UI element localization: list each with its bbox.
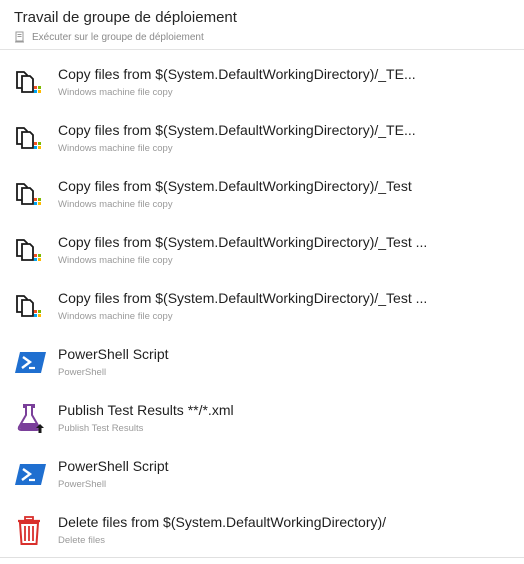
file-copy-icon	[14, 178, 48, 212]
task-title: Delete files from $(System.DefaultWorkin…	[58, 514, 387, 530]
task-subtitle: Publish Test Results	[58, 423, 144, 434]
task-title: PowerShell Script	[58, 346, 169, 362]
task-title: Copy files from $(System.DefaultWorkingD…	[58, 122, 416, 138]
task-subtitle: Delete files	[58, 535, 105, 546]
task-subtitle: Windows machine file copy	[58, 143, 173, 154]
task-title: Publish Test Results **/*.xml	[58, 402, 234, 418]
task-subtitle: Windows machine file copy	[58, 87, 173, 98]
task-item[interactable]: PowerShell Script PowerShell	[0, 442, 524, 498]
task-subtitle: Windows machine file copy	[58, 311, 173, 322]
task-item[interactable]: Copy files from $(System.DefaultWorkingD…	[0, 218, 524, 274]
trash-icon	[14, 514, 48, 548]
file-copy-icon	[14, 234, 48, 268]
task-item[interactable]: PowerShell Script PowerShell	[0, 330, 524, 386]
task-title: Copy files from $(System.DefaultWorkingD…	[58, 66, 416, 82]
task-item[interactable]: Delete files from $(System.DefaultWorkin…	[0, 498, 524, 554]
file-copy-icon	[14, 66, 48, 100]
powershell-icon	[14, 346, 48, 380]
phase-subtitle: Exécuter sur le groupe de déploiement	[32, 31, 204, 43]
task-item[interactable]: Copy files from $(System.DefaultWorkingD…	[0, 106, 524, 162]
task-item[interactable]: Copy files from $(System.DefaultWorkingD…	[0, 162, 524, 218]
phase-header[interactable]: Travail de groupe de déploiement Exécute…	[0, 0, 524, 50]
task-title: Copy files from $(System.DefaultWorkingD…	[58, 234, 428, 250]
task-subtitle: PowerShell	[58, 367, 107, 378]
task-subtitle: PowerShell	[58, 479, 107, 490]
server-icon	[14, 31, 26, 43]
task-title: Copy files from $(System.DefaultWorkingD…	[58, 290, 428, 306]
phase-subtitle-row: Exécuter sur le groupe de déploiement	[14, 31, 204, 43]
task-title: Copy files from $(System.DefaultWorkingD…	[58, 178, 412, 194]
phase-title: Travail de groupe de déploiement	[14, 9, 237, 26]
list-divider	[0, 557, 524, 558]
file-copy-icon	[14, 122, 48, 156]
task-item[interactable]: Publish Test Results **/*.xml Publish Te…	[0, 386, 524, 442]
task-list: Copy files from $(System.DefaultWorkingD…	[0, 50, 524, 554]
task-title: PowerShell Script	[58, 458, 169, 474]
task-item[interactable]: Copy files from $(System.DefaultWorkingD…	[0, 50, 524, 106]
task-subtitle: Windows machine file copy	[58, 255, 173, 266]
file-copy-icon	[14, 290, 48, 324]
flask-upload-icon	[14, 402, 48, 436]
task-subtitle: Windows machine file copy	[58, 199, 173, 210]
powershell-icon	[14, 458, 48, 492]
task-item[interactable]: Copy files from $(System.DefaultWorkingD…	[0, 274, 524, 330]
